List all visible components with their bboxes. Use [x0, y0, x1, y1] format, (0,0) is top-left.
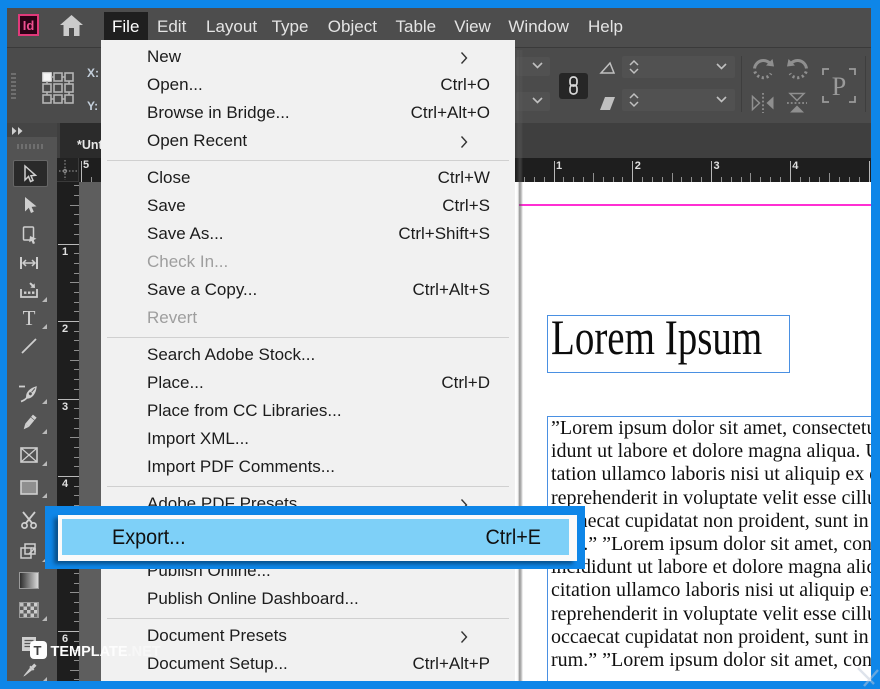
svg-text:T: T — [23, 308, 36, 328]
svg-text:P: P — [832, 72, 846, 101]
